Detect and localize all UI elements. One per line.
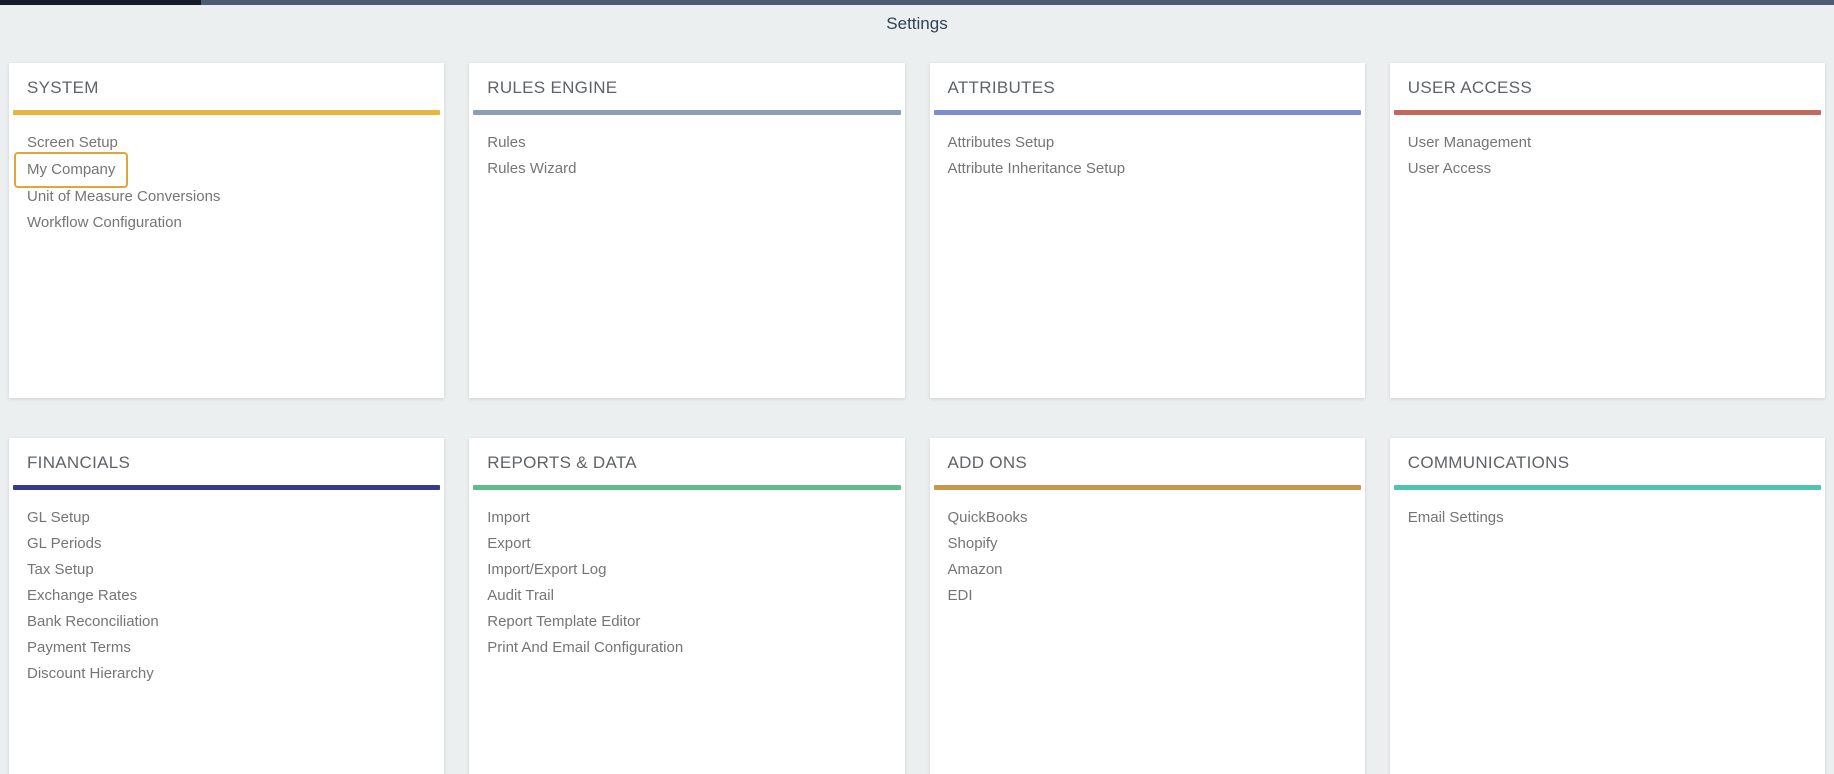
link-row: Workflow Configuration — [27, 210, 426, 236]
link-row: Shopify — [948, 531, 1347, 557]
card-title: FINANCIALS — [9, 438, 444, 485]
link-row: User Access — [1408, 156, 1807, 182]
card-financials: FINANCIALS GL SetupGL PeriodsTax SetupEx… — [9, 438, 444, 774]
card-links: QuickBooksShopifyAmazonEDI — [930, 490, 1365, 624]
settings-link-tax-setup[interactable]: Tax Setup — [27, 557, 94, 583]
card-rules-engine: RULES ENGINE RulesRules Wizard — [469, 63, 904, 398]
settings-link-attributes-setup[interactable]: Attributes Setup — [948, 130, 1055, 156]
settings-link-import-export-log[interactable]: Import/Export Log — [487, 557, 606, 583]
link-row: User Management — [1408, 130, 1807, 156]
card-title: ADD ONS — [930, 438, 1365, 485]
card-title: RULES ENGINE — [469, 63, 904, 110]
settings-link-shopify[interactable]: Shopify — [948, 531, 998, 557]
card-communications: COMMUNICATIONS Email Settings — [1390, 438, 1825, 774]
link-row: Rules Wizard — [487, 156, 886, 182]
link-row: Payment Terms — [27, 635, 426, 661]
settings-link-exchange-rates[interactable]: Exchange Rates — [27, 583, 137, 609]
settings-link-user-management[interactable]: User Management — [1408, 130, 1531, 156]
link-row: Import — [487, 505, 886, 531]
settings-link-gl-setup[interactable]: GL Setup — [27, 505, 90, 531]
card-links: RulesRules Wizard — [469, 115, 904, 197]
settings-link-import[interactable]: Import — [487, 505, 530, 531]
settings-link-workflow-configuration[interactable]: Workflow Configuration — [27, 210, 182, 236]
settings-link-attribute-inheritance-setup[interactable]: Attribute Inheritance Setup — [948, 156, 1126, 182]
page-title: Settings — [0, 5, 1834, 39]
settings-link-unit-of-measure-conversions[interactable]: Unit of Measure Conversions — [27, 184, 220, 210]
card-title: USER ACCESS — [1390, 63, 1825, 110]
link-row: EDI — [948, 583, 1347, 609]
top-bar-dark-segment — [0, 0, 201, 5]
link-row: Exchange Rates — [27, 583, 426, 609]
card-title: ATTRIBUTES — [930, 63, 1365, 110]
settings-link-export[interactable]: Export — [487, 531, 530, 557]
link-row: Attributes Setup — [948, 130, 1347, 156]
settings-link-payment-terms[interactable]: Payment Terms — [27, 635, 131, 661]
card-reports-data: REPORTS & DATA ImportExportImport/Export… — [469, 438, 904, 774]
card-links: GL SetupGL PeriodsTax SetupExchange Rate… — [9, 490, 444, 702]
link-row: Print And Email Configuration — [487, 635, 886, 661]
card-attributes: ATTRIBUTES Attributes SetupAttribute Inh… — [930, 63, 1365, 398]
link-row: GL Setup — [27, 505, 426, 531]
settings-grid: SYSTEM Screen SetupMy CompanyUnit of Mea… — [0, 63, 1834, 774]
settings-link-rules[interactable]: Rules — [487, 130, 525, 156]
card-links: ImportExportImport/Export LogAudit Trail… — [469, 490, 904, 676]
card-links: User ManagementUser Access — [1390, 115, 1825, 197]
card-links: Screen SetupMy CompanyUnit of Measure Co… — [9, 115, 444, 251]
link-row: Attribute Inheritance Setup — [948, 156, 1347, 182]
settings-link-edi[interactable]: EDI — [948, 583, 973, 609]
link-row: Bank Reconciliation — [27, 609, 426, 635]
card-system: SYSTEM Screen SetupMy CompanyUnit of Mea… — [9, 63, 444, 398]
link-row: Report Template Editor — [487, 609, 886, 635]
link-row: Discount Hierarchy — [27, 661, 426, 687]
card-links: Attributes SetupAttribute Inheritance Se… — [930, 115, 1365, 197]
link-row: Import/Export Log — [487, 557, 886, 583]
settings-link-my-company[interactable]: My Company — [14, 152, 128, 188]
link-row: Tax Setup — [27, 557, 426, 583]
card-user-access: USER ACCESS User ManagementUser Access — [1390, 63, 1825, 398]
link-row: Amazon — [948, 557, 1347, 583]
settings-link-gl-periods[interactable]: GL Periods — [27, 531, 101, 557]
card-title: COMMUNICATIONS — [1390, 438, 1825, 485]
settings-link-discount-hierarchy[interactable]: Discount Hierarchy — [27, 661, 154, 687]
settings-link-audit-trail[interactable]: Audit Trail — [487, 583, 554, 609]
card-title: REPORTS & DATA — [469, 438, 904, 485]
settings-link-rules-wizard[interactable]: Rules Wizard — [487, 156, 576, 182]
settings-link-email-settings[interactable]: Email Settings — [1408, 505, 1504, 531]
link-row: Export — [487, 531, 886, 557]
link-row: Rules — [487, 130, 886, 156]
top-bar — [0, 0, 1834, 5]
settings-link-print-and-email-configuration[interactable]: Print And Email Configuration — [487, 635, 683, 661]
settings-link-amazon[interactable]: Amazon — [948, 557, 1003, 583]
settings-link-bank-reconciliation[interactable]: Bank Reconciliation — [27, 609, 159, 635]
link-row: My Company — [27, 156, 426, 184]
link-row: GL Periods — [27, 531, 426, 557]
settings-link-user-access[interactable]: User Access — [1408, 156, 1491, 182]
link-row: Unit of Measure Conversions — [27, 184, 426, 210]
link-row: Audit Trail — [487, 583, 886, 609]
settings-link-report-template-editor[interactable]: Report Template Editor — [487, 609, 640, 635]
settings-link-quickbooks[interactable]: QuickBooks — [948, 505, 1028, 531]
card-add-ons: ADD ONS QuickBooksShopifyAmazonEDI — [930, 438, 1365, 774]
link-row: Email Settings — [1408, 505, 1807, 531]
card-links: Email Settings — [1390, 490, 1825, 546]
link-row: QuickBooks — [948, 505, 1347, 531]
card-title: SYSTEM — [9, 63, 444, 110]
